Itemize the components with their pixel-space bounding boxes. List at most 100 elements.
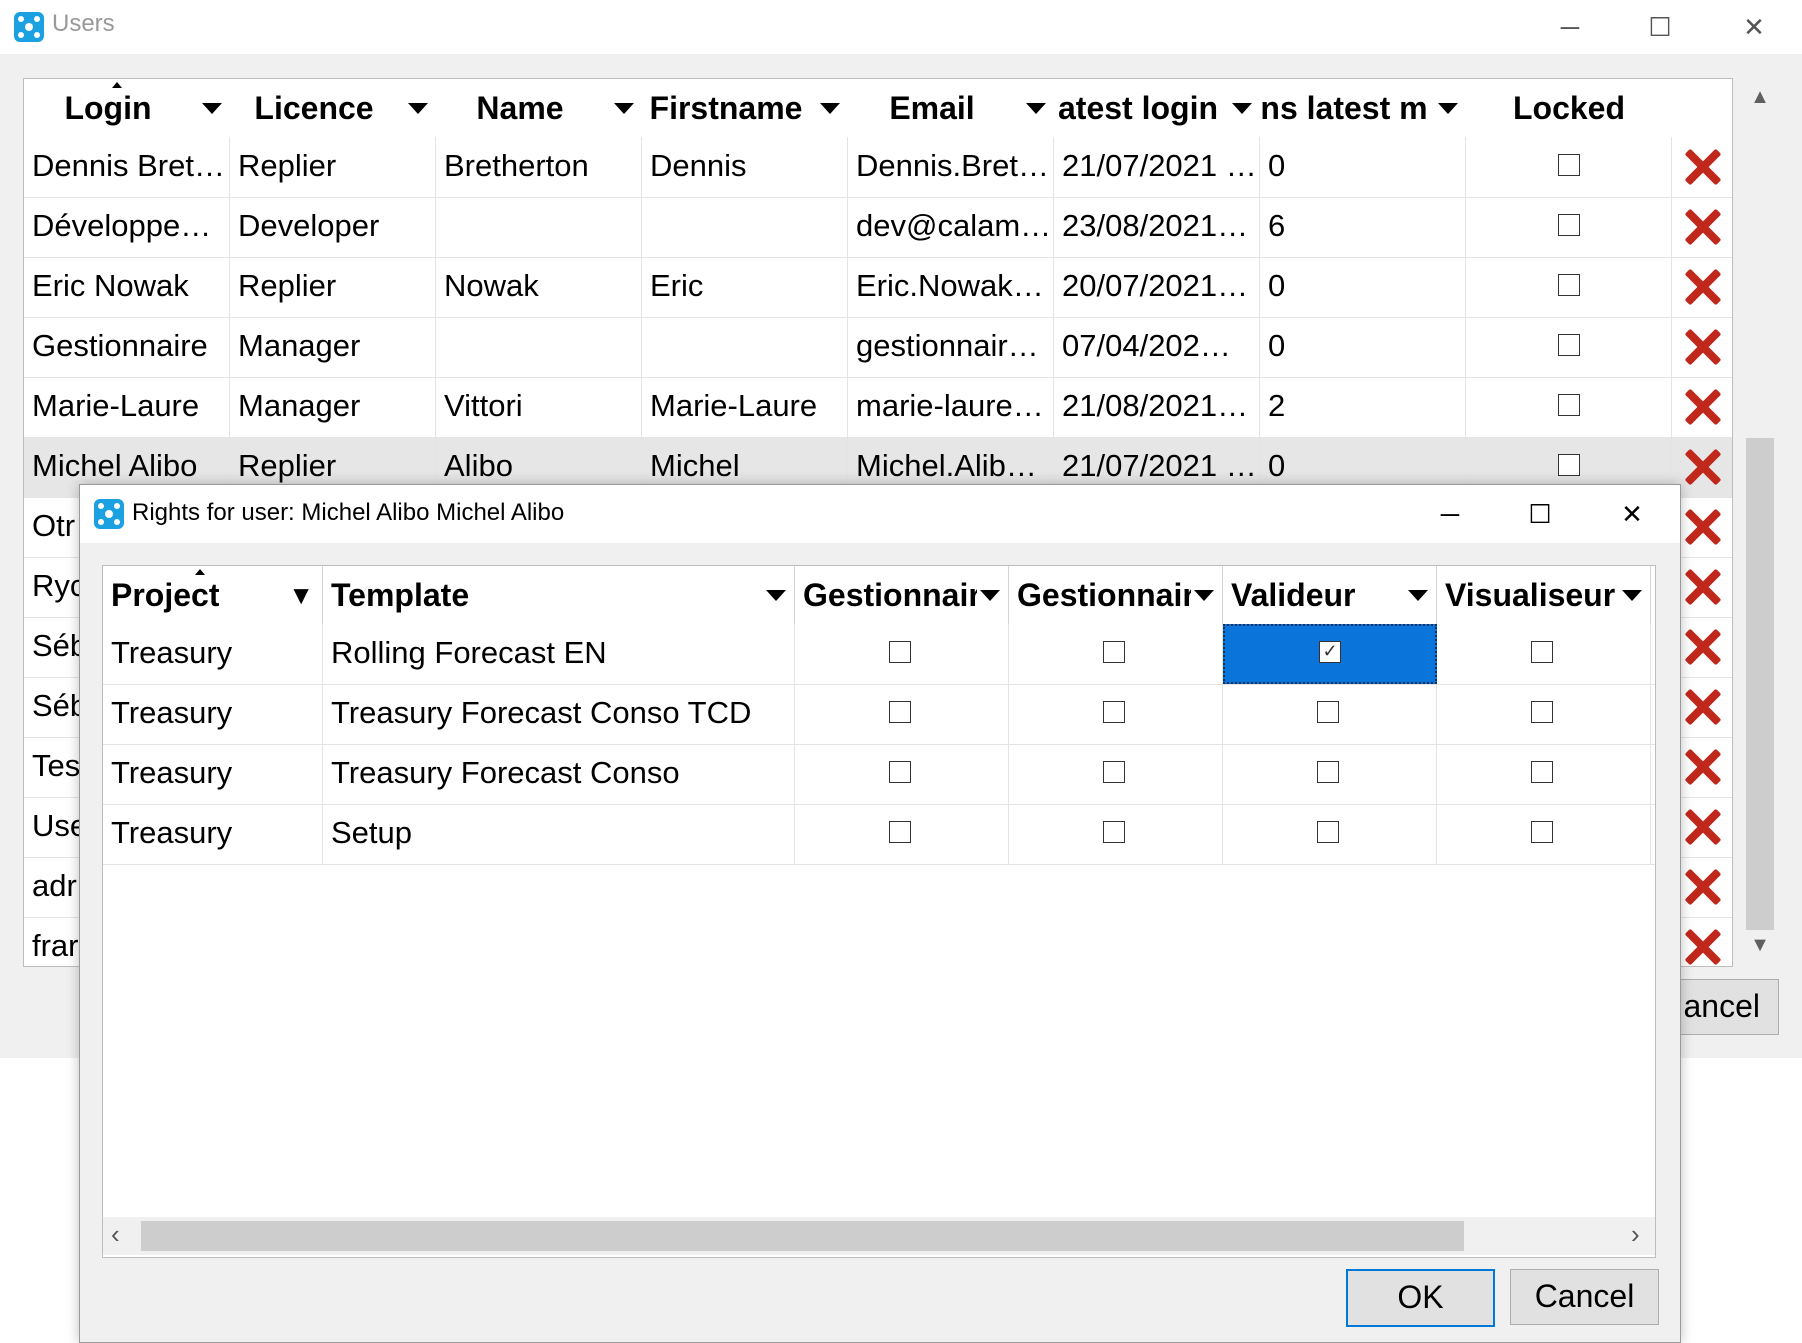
rights-close-button[interactable]: ✕ [1602, 487, 1662, 541]
close-button[interactable]: ✕ [1724, 0, 1784, 54]
rights-dialog-title: Rights for user: Michel Alibo Michel Ali… [132, 499, 565, 526]
delete-icon[interactable] [1682, 927, 1722, 966]
locked-checkbox[interactable] [1558, 394, 1580, 416]
right-checkbox[interactable] [889, 701, 911, 723]
locked-checkbox[interactable] [1558, 334, 1580, 356]
rights-scroll-thumb[interactable] [141, 1221, 1464, 1251]
rights-maximize-button[interactable]: ☐ [1510, 487, 1570, 541]
filter-dropdown-icon[interactable] [1232, 103, 1252, 114]
rights-column-header[interactable]: Gestionnair [795, 566, 1009, 624]
right-checkbox[interactable] [1103, 701, 1125, 723]
rights-column-header-label: Gestionnair [803, 577, 977, 613]
locked-cell [1466, 197, 1672, 257]
ok-button[interactable]: OK [1346, 1269, 1495, 1327]
filter-dropdown-icon[interactable] [1194, 590, 1214, 601]
delete-icon[interactable] [1682, 567, 1722, 607]
rights-column-header[interactable]: Visualiseur [1437, 566, 1651, 624]
column-header-locked[interactable]: Locked [1466, 79, 1673, 137]
right-checkbox[interactable] [889, 641, 911, 663]
filter-dropdown-icon[interactable] [1408, 590, 1428, 601]
delete-cell [1672, 797, 1732, 857]
right-checkbox[interactable] [1317, 821, 1339, 843]
scroll-left-icon[interactable]: ‹ [111, 1219, 120, 1250]
locked-checkbox[interactable] [1558, 274, 1580, 296]
filter-dropdown-icon[interactable] [1026, 103, 1046, 114]
filter-funnel-icon[interactable]: ▼ [288, 566, 314, 624]
right-cell: ✓ [1223, 624, 1437, 684]
right-checkbox[interactable] [1531, 821, 1553, 843]
column-header-email[interactable]: Email [848, 79, 1055, 137]
right-checkbox[interactable] [1103, 821, 1125, 843]
right-checkbox[interactable] [889, 821, 911, 843]
right-checkbox[interactable]: ✓ [1319, 641, 1341, 663]
delete-cell [1672, 497, 1732, 557]
filter-dropdown-icon[interactable] [1622, 590, 1642, 601]
right-checkbox[interactable] [1531, 761, 1553, 783]
delete-icon[interactable] [1682, 627, 1722, 667]
delete-icon[interactable] [1682, 447, 1722, 487]
filter-dropdown-icon[interactable] [1438, 103, 1458, 114]
rights-horizontal-scrollbar[interactable]: ‹ › [103, 1217, 1655, 1255]
right-checkbox[interactable] [1317, 701, 1339, 723]
column-header-licence[interactable]: Licence [230, 79, 437, 137]
rights-column-header[interactable]: Template [323, 566, 795, 624]
users-scroll-thumb[interactable] [1746, 438, 1774, 930]
rights-column-header-label: Visualiseur [1445, 577, 1616, 613]
rights-column-header[interactable]: Valideur [1223, 566, 1437, 624]
locked-checkbox[interactable] [1558, 154, 1580, 176]
delete-icon[interactable] [1682, 807, 1722, 847]
delete-icon[interactable] [1682, 747, 1722, 787]
rights-minimize-button[interactable]: ─ [1420, 487, 1480, 541]
rights-row[interactable]: Treasury Setup [103, 804, 1655, 865]
column-header-login[interactable]: Login [24, 79, 231, 137]
sort-ascending-icon [112, 82, 122, 88]
delete-cell [1672, 557, 1732, 617]
maximize-button[interactable]: ☐ [1630, 0, 1690, 54]
right-checkbox[interactable] [1317, 761, 1339, 783]
filter-dropdown-icon[interactable] [614, 103, 634, 114]
filter-dropdown-icon[interactable] [408, 103, 428, 114]
column-header-name[interactable]: Name [436, 79, 643, 137]
cell-licence: Manager [230, 377, 436, 437]
delete-icon[interactable] [1682, 327, 1722, 367]
user-row[interactable]: Développe… Developer dev@calam… 23/08/2021…… [24, 197, 1732, 258]
minimize-button[interactable]: ─ [1540, 0, 1600, 54]
locked-checkbox[interactable] [1558, 214, 1580, 236]
delete-icon[interactable] [1682, 147, 1722, 187]
delete-icon[interactable] [1682, 507, 1722, 547]
scroll-right-icon[interactable]: › [1631, 1219, 1640, 1250]
rights-column-header[interactable]: F [1651, 566, 1655, 624]
rights-column-header[interactable]: Project ▼ [103, 566, 323, 624]
scroll-down-icon[interactable]: ▼ [1743, 934, 1777, 957]
delete-icon[interactable] [1682, 387, 1722, 427]
right-checkbox[interactable] [889, 761, 911, 783]
cell-count: 0 [1260, 137, 1466, 197]
scroll-up-icon[interactable]: ▲ [1743, 86, 1777, 109]
filter-dropdown-icon[interactable] [820, 103, 840, 114]
locked-checkbox[interactable] [1558, 454, 1580, 476]
filter-dropdown-icon[interactable] [980, 590, 1000, 601]
user-row[interactable]: Marie-Laure Manager Vittori Marie-Laure mari… [24, 377, 1732, 438]
column-header-latest-login[interactable]: atest login [1054, 79, 1261, 137]
delete-icon[interactable] [1682, 867, 1722, 907]
cancel-button[interactable]: Cancel [1510, 1269, 1659, 1325]
right-checkbox[interactable] [1531, 641, 1553, 663]
right-checkbox[interactable] [1103, 641, 1125, 663]
column-header-firstname[interactable]: Firstname [642, 79, 849, 137]
filter-dropdown-icon[interactable] [202, 103, 222, 114]
rights-row[interactable]: Treasury Treasury Forecast Conso [103, 744, 1655, 805]
users-title-bar: Users ─ ☐ ✕ [0, 0, 1802, 54]
column-header-count[interactable]: ns latest m [1260, 79, 1467, 137]
rights-column-header[interactable]: Gestionnair [1009, 566, 1223, 624]
user-row[interactable]: Eric Nowak Replier Nowak Eric Eric.Nowak… 20/… [24, 257, 1732, 318]
rights-row[interactable]: Treasury Rolling Forecast EN ✓ [103, 624, 1655, 685]
right-checkbox[interactable] [1531, 701, 1553, 723]
right-checkbox[interactable] [1103, 761, 1125, 783]
rights-row[interactable]: Treasury Treasury Forecast Conso TCD [103, 684, 1655, 745]
delete-icon[interactable] [1682, 687, 1722, 727]
user-row[interactable]: Dennis Bret… Replier Bretherton Dennis Denni… [24, 137, 1732, 198]
filter-dropdown-icon[interactable] [766, 590, 786, 601]
delete-icon[interactable] [1682, 267, 1722, 307]
delete-icon[interactable] [1682, 207, 1722, 247]
user-row[interactable]: Gestionnaire Manager gestionnair… 07/04/202… [24, 317, 1732, 378]
